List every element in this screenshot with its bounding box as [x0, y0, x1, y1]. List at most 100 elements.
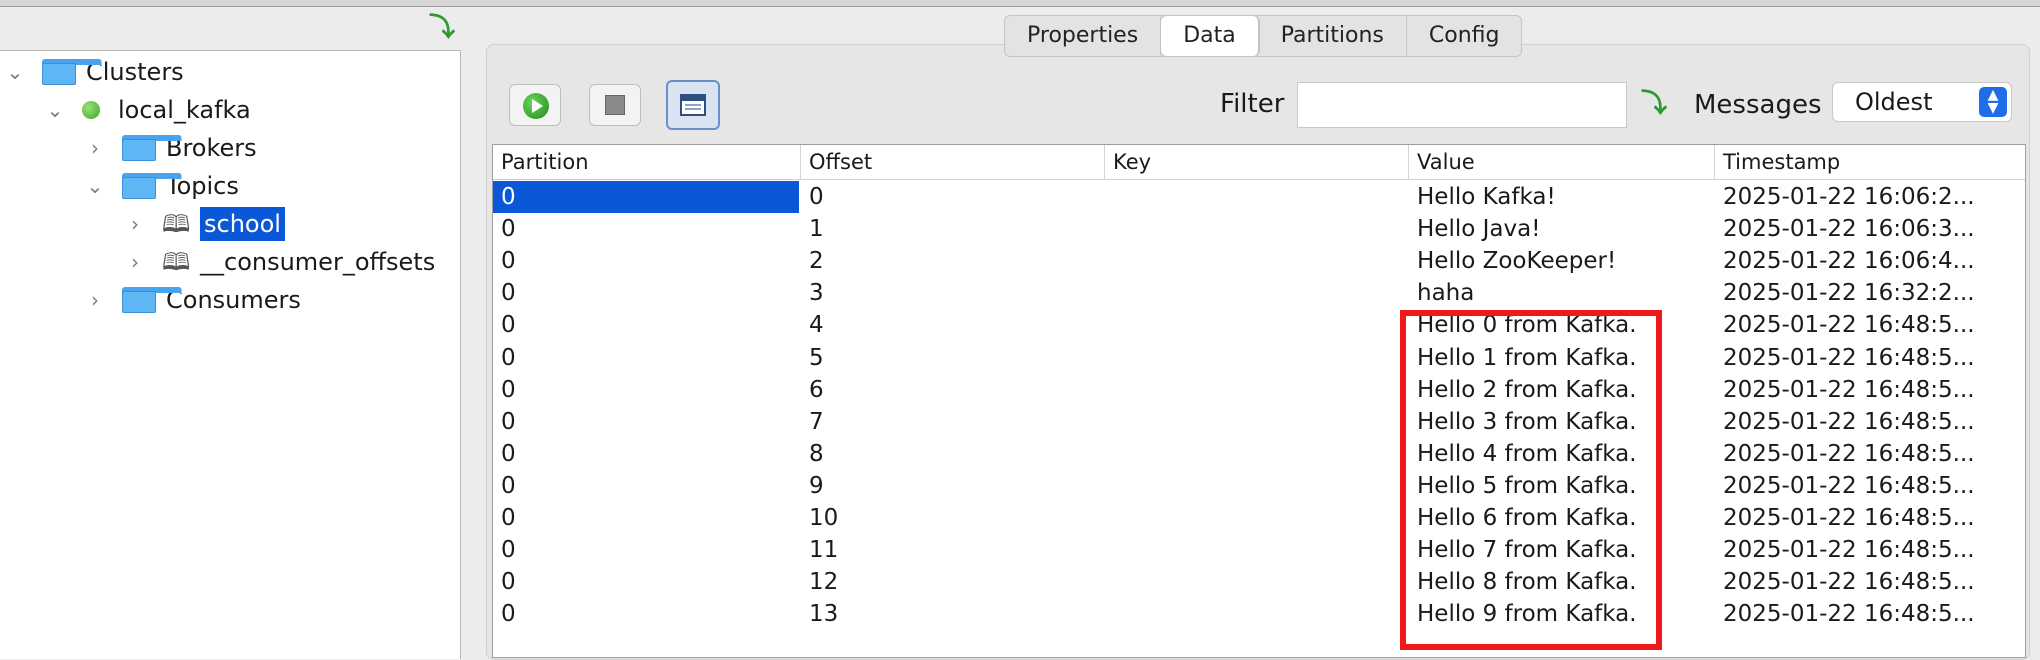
- cell-offset[interactable]: 1: [801, 213, 1105, 245]
- cell-timestamp[interactable]: 2025-01-22 16:48:5...: [1715, 534, 2025, 566]
- table-row[interactable]: 0 6 Hello 2 from Kafka. 2025-01-22 16:48:5.…: [493, 374, 2025, 406]
- cell-value[interactable]: Hello Java!: [1409, 213, 1715, 245]
- cell-key[interactable]: [1105, 374, 1409, 406]
- cell-offset[interactable]: 11: [801, 534, 1105, 566]
- cell-partition[interactable]: 0: [493, 470, 799, 502]
- cell-timestamp[interactable]: 2025-01-22 16:48:5...: [1715, 566, 2025, 598]
- stop-button[interactable]: [589, 84, 641, 126]
- tab-partitions[interactable]: Partitions: [1259, 16, 1407, 56]
- cell-timestamp[interactable]: 2025-01-22 16:32:2...: [1715, 277, 2025, 309]
- view-toggle-button[interactable]: [666, 80, 720, 130]
- cell-offset[interactable]: 9: [801, 470, 1105, 502]
- cell-offset[interactable]: 3: [801, 277, 1105, 309]
- cell-partition[interactable]: 0: [493, 406, 799, 438]
- cell-offset[interactable]: 4: [801, 309, 1105, 341]
- tab-config[interactable]: Config: [1407, 16, 1522, 56]
- chevron-right-icon[interactable]: ›: [86, 138, 104, 158]
- cell-timestamp[interactable]: 2025-01-22 16:48:5...: [1715, 598, 2025, 630]
- column-header-key[interactable]: Key: [1105, 145, 1409, 179]
- cell-timestamp[interactable]: 2025-01-22 16:48:5...: [1715, 309, 2025, 341]
- table-row[interactable]: 0 3 haha 2025-01-22 16:32:2...: [493, 277, 2025, 309]
- column-header-value[interactable]: Value: [1409, 145, 1715, 179]
- cell-offset[interactable]: 2: [801, 245, 1105, 277]
- cell-timestamp[interactable]: 2025-01-22 16:48:5...: [1715, 406, 2025, 438]
- table-row[interactable]: 0 1 Hello Java! 2025-01-22 16:06:3...: [493, 213, 2025, 245]
- table-row[interactable]: 0 9 Hello 5 from Kafka. 2025-01-22 16:48:5.…: [493, 470, 2025, 502]
- chevron-down-icon[interactable]: ⌄: [6, 62, 24, 82]
- cell-key[interactable]: [1105, 309, 1409, 341]
- table-row[interactable]: 0 7 Hello 3 from Kafka. 2025-01-22 16:48:5.…: [493, 406, 2025, 438]
- cell-timestamp[interactable]: 2025-01-22 16:06:4...: [1715, 245, 2025, 277]
- cell-offset[interactable]: 7: [801, 406, 1105, 438]
- cell-offset[interactable]: 10: [801, 502, 1105, 534]
- chevron-down-icon[interactable]: ⌄: [46, 100, 64, 120]
- cell-partition[interactable]: 0: [493, 598, 799, 630]
- chevron-down-icon[interactable]: ⌄: [86, 176, 104, 196]
- cell-value[interactable]: Hello 5 from Kafka.: [1409, 470, 1715, 502]
- cell-partition[interactable]: 0: [493, 502, 799, 534]
- tree-item-consumer-offsets[interactable]: › 🕮 __consumer_offsets: [126, 243, 435, 281]
- cell-offset[interactable]: 12: [801, 566, 1105, 598]
- tree-item-clusters[interactable]: ⌄ Clusters: [6, 53, 184, 91]
- cell-offset[interactable]: 5: [801, 342, 1105, 374]
- cell-value[interactable]: haha: [1409, 277, 1715, 309]
- cell-key[interactable]: [1105, 566, 1409, 598]
- cell-value[interactable]: Hello 0 from Kafka.: [1409, 309, 1715, 341]
- cell-partition[interactable]: 0: [493, 277, 799, 309]
- chevron-right-icon[interactable]: ›: [86, 290, 104, 310]
- cell-value[interactable]: Hello 2 from Kafka.: [1409, 374, 1715, 406]
- cell-key[interactable]: [1105, 470, 1409, 502]
- cell-value[interactable]: Hello 8 from Kafka.: [1409, 566, 1715, 598]
- cell-partition[interactable]: 0: [493, 566, 799, 598]
- tab-properties[interactable]: Properties: [1005, 16, 1162, 56]
- table-row[interactable]: 0 8 Hello 4 from Kafka. 2025-01-22 16:48:5.…: [493, 438, 2025, 470]
- column-header-timestamp[interactable]: Timestamp: [1715, 145, 2025, 179]
- cell-offset[interactable]: 8: [801, 438, 1105, 470]
- cell-key[interactable]: [1105, 534, 1409, 566]
- cell-value[interactable]: Hello 6 from Kafka.: [1409, 502, 1715, 534]
- cell-partition[interactable]: 0: [493, 181, 799, 213]
- table-row[interactable]: 0 12 Hello 8 from Kafka. 2025-01-22 16:48:5…: [493, 566, 2025, 598]
- cell-partition[interactable]: 0: [493, 245, 799, 277]
- cell-value[interactable]: Hello Kafka!: [1409, 181, 1715, 213]
- tree-item-brokers[interactable]: › Brokers: [86, 129, 257, 167]
- download-arrow-icon[interactable]: ⤵: [428, 14, 456, 42]
- cell-value[interactable]: Hello 1 from Kafka.: [1409, 342, 1715, 374]
- cell-timestamp[interactable]: 2025-01-22 16:48:5...: [1715, 502, 2025, 534]
- cell-key[interactable]: [1105, 438, 1409, 470]
- cell-partition[interactable]: 0: [493, 342, 799, 374]
- cell-timestamp[interactable]: 2025-01-22 16:48:5...: [1715, 470, 2025, 502]
- table-row[interactable]: 0 11 Hello 7 from Kafka. 2025-01-22 16:48:5…: [493, 534, 2025, 566]
- chevron-right-icon[interactable]: ›: [126, 252, 144, 272]
- table-row[interactable]: 0 10 Hello 6 from Kafka. 2025-01-22 16:48:5…: [493, 502, 2025, 534]
- cell-key[interactable]: [1105, 277, 1409, 309]
- chevron-right-icon[interactable]: ›: [126, 214, 144, 234]
- cell-key[interactable]: [1105, 213, 1409, 245]
- cell-value[interactable]: Hello 3 from Kafka.: [1409, 406, 1715, 438]
- cell-timestamp[interactable]: 2025-01-22 16:06:2...: [1715, 181, 2025, 213]
- cell-key[interactable]: [1105, 245, 1409, 277]
- tree-item-topics[interactable]: ⌄ Topics: [86, 167, 239, 205]
- tree-item-consumers[interactable]: › Consumers: [86, 281, 301, 319]
- cell-partition[interactable]: 0: [493, 374, 799, 406]
- table-row[interactable]: 0 0 Hello Kafka! 2025-01-22 16:06:2...: [493, 181, 2025, 213]
- cell-partition[interactable]: 0: [493, 213, 799, 245]
- table-row[interactable]: 0 2 Hello ZooKeeper! 2025-01-22 16:06:4...: [493, 245, 2025, 277]
- cell-timestamp[interactable]: 2025-01-22 16:48:5...: [1715, 342, 2025, 374]
- table-row[interactable]: 0 5 Hello 1 from Kafka. 2025-01-22 16:48:5.…: [493, 342, 2025, 374]
- cell-offset[interactable]: 6: [801, 374, 1105, 406]
- tab-data[interactable]: Data: [1161, 16, 1259, 56]
- table-row[interactable]: 0 13 Hello 9 from Kafka. 2025-01-22 16:48:5…: [493, 598, 2025, 630]
- cell-partition[interactable]: 0: [493, 438, 799, 470]
- messages-table[interactable]: Partition Offset Key Value Timestamp 00H…: [492, 144, 2026, 658]
- cell-value[interactable]: Hello 4 from Kafka.: [1409, 438, 1715, 470]
- cell-key[interactable]: [1105, 502, 1409, 534]
- run-button[interactable]: [509, 84, 561, 126]
- cell-timestamp[interactable]: 2025-01-22 16:06:3...: [1715, 213, 2025, 245]
- download-arrow-icon[interactable]: ⤵: [1640, 88, 1668, 120]
- cell-key[interactable]: [1105, 342, 1409, 374]
- cell-timestamp[interactable]: 2025-01-22 16:48:5...: [1715, 438, 2025, 470]
- tree-item-school[interactable]: › 🕮 school: [126, 205, 285, 243]
- cell-partition[interactable]: 0: [493, 309, 799, 341]
- cell-offset[interactable]: 0: [801, 181, 1105, 213]
